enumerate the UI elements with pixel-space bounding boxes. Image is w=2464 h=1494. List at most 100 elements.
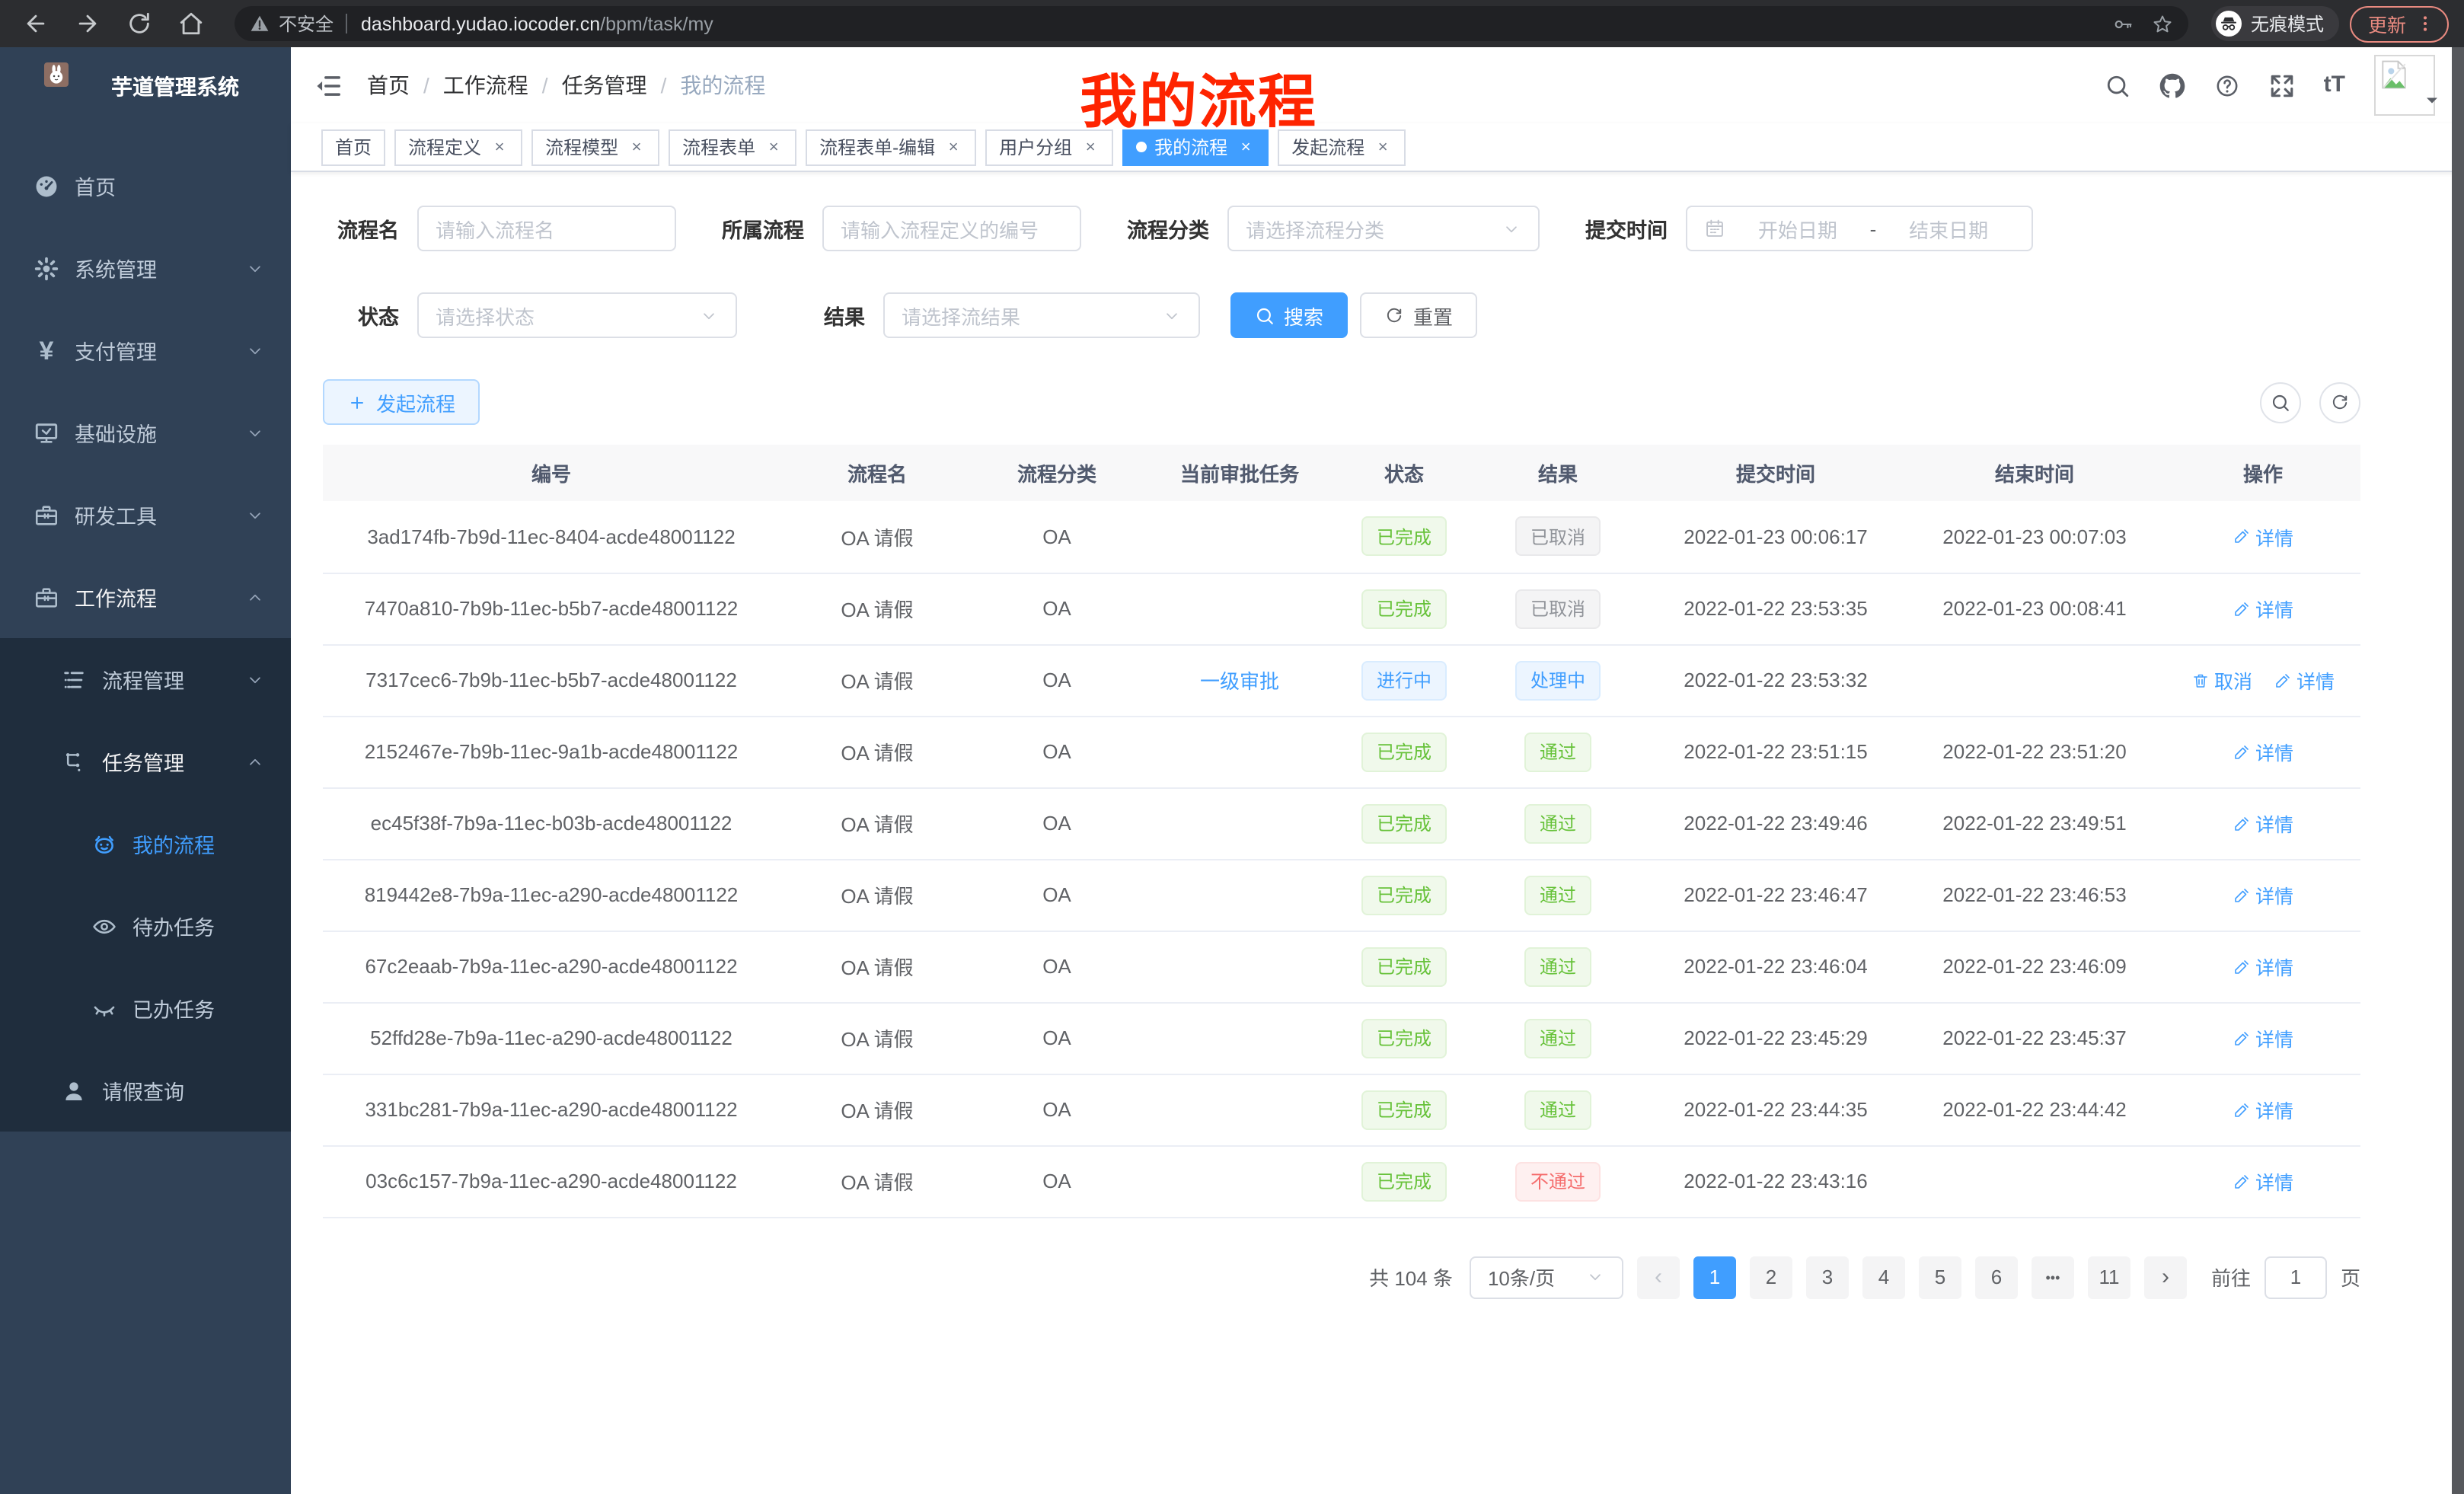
- back-icon[interactable]: [23, 11, 49, 37]
- tab-process-definition[interactable]: 流程定义×: [394, 129, 522, 165]
- page-button-5[interactable]: 5: [1919, 1256, 1961, 1298]
- avatar-caret-down-icon[interactable]: [2423, 91, 2441, 110]
- page-button-1[interactable]: 1: [1693, 1256, 1736, 1298]
- close-icon[interactable]: ×: [627, 138, 646, 156]
- edit-icon: [2233, 1172, 2251, 1190]
- sidebar-item-system[interactable]: 系统管理: [0, 227, 291, 309]
- prev-page-button[interactable]: ‹: [1637, 1256, 1680, 1298]
- result-select[interactable]: 请选择流结果: [883, 292, 1200, 338]
- page-ellipsis[interactable]: •••: [2032, 1256, 2074, 1298]
- question-icon[interactable]: [2214, 72, 2240, 98]
- detail-link[interactable]: 详情: [2233, 737, 2293, 766]
- table-body: 3ad174fb-7b9d-11ec-8404-acde48001122OA 请…: [323, 501, 2360, 1217]
- font-size-icon[interactable]: tT: [2324, 72, 2345, 98]
- sidebar-item-dev-tools[interactable]: 研发工具: [0, 474, 291, 556]
- sidebar-item-leave-query[interactable]: 请假查询: [0, 1049, 291, 1132]
- cancel-link[interactable]: 取消: [2191, 666, 2252, 694]
- detail-link[interactable]: 详情: [2233, 1095, 2293, 1124]
- sidebar-item-todo-tasks[interactable]: 待办任务: [0, 885, 291, 967]
- tab-home[interactable]: 首页: [321, 129, 385, 165]
- sidebar-item-my-process[interactable]: 我的流程: [0, 803, 291, 885]
- process-definition-input[interactable]: 请输入流程定义的编号: [822, 206, 1081, 251]
- sidebar-item-payment[interactable]: ¥支付管理: [0, 309, 291, 391]
- sidebar-item-workflow[interactable]: 工作流程: [0, 556, 291, 638]
- goto-page-input[interactable]: [2265, 1256, 2327, 1298]
- sidebar-item-label: 请假查询: [102, 1075, 184, 1106]
- update-button[interactable]: 更新: [2350, 5, 2449, 42]
- reset-button[interactable]: 重置: [1360, 292, 1477, 338]
- detail-link[interactable]: 详情: [2233, 880, 2293, 909]
- breadcrumb-item[interactable]: 任务管理: [562, 70, 647, 101]
- cell-submit-time: 2022-01-22 23:46:04: [1648, 931, 1904, 1002]
- cell-category: OA: [975, 1002, 1139, 1074]
- detail-link[interactable]: 详情: [2233, 809, 2293, 838]
- detail-link[interactable]: 详情: [2233, 1023, 2293, 1052]
- page-button-4[interactable]: 4: [1862, 1256, 1905, 1298]
- chevron-down-icon: [245, 669, 265, 689]
- refresh-table-button[interactable]: [2319, 381, 2360, 423]
- sidebar-item-label: 首页: [75, 171, 116, 201]
- page-size-select[interactable]: 10条/页: [1470, 1256, 1623, 1298]
- search-button[interactable]: 搜索: [1230, 292, 1348, 338]
- window-scrollbar[interactable]: [2452, 47, 2464, 1494]
- process-category-select[interactable]: 请选择流程分类: [1227, 206, 1540, 251]
- close-icon[interactable]: ×: [1374, 138, 1392, 156]
- detail-link[interactable]: 详情: [2233, 522, 2293, 551]
- sidebar-item-infrastructure[interactable]: 基础设施: [0, 391, 291, 474]
- close-icon[interactable]: ×: [1081, 138, 1100, 156]
- sidebar-item-process-management[interactable]: 流程管理: [0, 638, 291, 720]
- tab-process-form[interactable]: 流程表单×: [669, 129, 796, 165]
- password-key-icon[interactable]: [2112, 13, 2134, 34]
- task-link[interactable]: 一级审批: [1200, 670, 1279, 693]
- breadcrumb-item[interactable]: 工作流程: [443, 70, 528, 101]
- column-header: 流程分类: [975, 445, 1139, 501]
- total-count-label: 共 104 条: [1369, 1263, 1453, 1291]
- next-page-button[interactable]: ›: [2144, 1256, 2187, 1298]
- tab-label: 首页: [335, 134, 372, 160]
- detail-link[interactable]: 详情: [2233, 952, 2293, 981]
- breadcrumb-item[interactable]: 首页: [367, 70, 410, 101]
- toggle-search-button[interactable]: [2260, 381, 2301, 423]
- security-label: 不安全: [279, 11, 334, 37]
- breadcrumb-separator: /: [423, 73, 429, 97]
- status-select[interactable]: 请选择状态: [417, 292, 737, 338]
- app-logo-row[interactable]: 芋道管理系统: [0, 47, 291, 126]
- cell-category: OA: [975, 501, 1139, 573]
- sidebar-collapse-icon[interactable]: [314, 71, 343, 100]
- home-icon[interactable]: [178, 11, 204, 37]
- sidebar-item-label: 基础设施: [75, 417, 157, 448]
- page-button-11[interactable]: 11: [2088, 1256, 2130, 1298]
- cell-result: 通过: [1468, 1002, 1648, 1074]
- fullscreen-icon[interactable]: [2269, 72, 2295, 98]
- close-icon[interactable]: ×: [490, 138, 509, 156]
- sidebar: 芋道管理系统 首页系统管理¥支付管理基础设施研发工具工作流程流程管理任务管理我的…: [0, 47, 291, 1494]
- page-button-3[interactable]: 3: [1806, 1256, 1849, 1298]
- status-badge: 通过: [1524, 1090, 1591, 1129]
- tab-process-form-edit[interactable]: 流程表单-编辑×: [806, 129, 976, 165]
- close-icon[interactable]: ×: [944, 138, 962, 156]
- submit-time-daterange[interactable]: 开始日期 - 结束日期: [1686, 206, 2033, 251]
- process-name-input[interactable]: 请输入流程名: [417, 206, 676, 251]
- cell-submit-time: 2022-01-22 23:43:16: [1648, 1145, 1904, 1217]
- reload-icon[interactable]: [126, 11, 152, 37]
- bookmark-star-icon[interactable]: [2152, 13, 2173, 34]
- address-bar[interactable]: 不安全 dashboard.yudao.iocoder.cn/bpm/task/…: [235, 6, 2188, 41]
- forward-icon[interactable]: [75, 11, 101, 37]
- close-icon[interactable]: ×: [764, 138, 783, 156]
- page-button-2[interactable]: 2: [1750, 1256, 1792, 1298]
- start-process-button[interactable]: 发起流程: [323, 379, 480, 425]
- sidebar-item-done-tasks[interactable]: 已办任务: [0, 967, 291, 1049]
- tab-process-model[interactable]: 流程模型×: [531, 129, 659, 165]
- detail-link[interactable]: 详情: [2274, 666, 2335, 694]
- github-icon[interactable]: [2159, 72, 2185, 98]
- sidebar-item-home[interactable]: 首页: [0, 145, 291, 227]
- search-icon[interactable]: [2105, 72, 2130, 98]
- detail-link[interactable]: 详情: [2233, 1167, 2293, 1196]
- close-icon[interactable]: ×: [1237, 138, 1255, 156]
- sidebar-item-label: 工作流程: [75, 582, 157, 612]
- sidebar-item-label: 支付管理: [75, 335, 157, 366]
- browser-menu-icon[interactable]: [2415, 14, 2435, 34]
- sidebar-item-task-management[interactable]: 任务管理: [0, 720, 291, 803]
- detail-link[interactable]: 详情: [2233, 594, 2293, 623]
- page-button-6[interactable]: 6: [1975, 1256, 2018, 1298]
